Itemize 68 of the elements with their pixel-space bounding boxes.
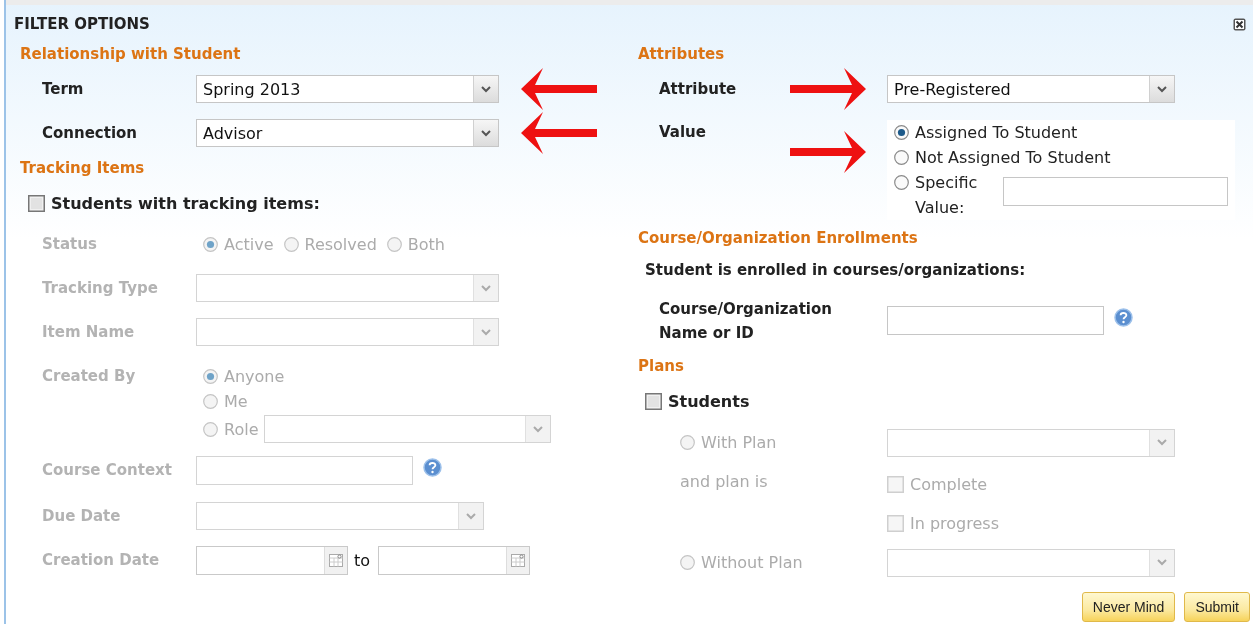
radio-label: With Plan: [701, 433, 777, 452]
dropdown[interactable]: Advisor: [196, 119, 499, 147]
radio-label: Specific Value:: [915, 172, 979, 219]
dropdown[interactable]: Spring 2013: [196, 75, 499, 103]
field-label: Created By: [42, 366, 137, 387]
field-label: Tracking Type: [42, 279, 159, 297]
field-label: Due Date: [42, 507, 122, 525]
section-heading: Attributes: [637, 44, 725, 65]
date-field[interactable]: [378, 545, 531, 575]
radio-button[interactable]: [894, 175, 909, 190]
dropdown[interactable]: [196, 502, 484, 530]
calendar-icon: [329, 553, 343, 567]
radio-label: Both: [407, 234, 445, 254]
chevron-down-icon: [481, 129, 491, 137]
chevron-down-icon: [1157, 85, 1167, 93]
chevron-down-icon: [481, 85, 491, 93]
checkbox-label: Students: [668, 391, 750, 411]
dropdown[interactable]: Pre-Registered: [887, 75, 1175, 103]
field-label: Term: [42, 80, 85, 98]
radio-label: Not Assigned To Student: [915, 147, 1111, 169]
radio-button[interactable]: [894, 150, 909, 165]
dialog-title: FILTER OPTIONS: [14, 15, 150, 33]
section-heading: Relationship with Student: [19, 44, 241, 65]
range-separator: to: [354, 550, 371, 570]
chevron-down-icon: [533, 425, 544, 433]
dialog-button[interactable]: Never Mind: [1081, 592, 1176, 622]
section-heading: Tracking Items: [19, 158, 145, 179]
section-prompt: Student is enrolled in courses/organizations:: [644, 260, 1026, 281]
checkbox-label: In progress: [910, 513, 999, 533]
dropdown[interactable]: [887, 548, 1175, 577]
help-icon[interactable]: [1114, 308, 1133, 327]
help-icon[interactable]: [423, 457, 442, 477]
checkbox-label: Complete: [910, 474, 988, 494]
field-label: Attribute: [659, 80, 738, 98]
dialog-button[interactable]: Submit: [1184, 592, 1250, 622]
calendar-icon: [511, 553, 526, 567]
chevron-down-icon: [481, 328, 491, 336]
section-heading: Course/Organization Enrollments: [637, 228, 918, 249]
radio-label: Active: [224, 234, 274, 254]
radio-label: Role: [224, 419, 259, 439]
dropdown[interactable]: [196, 318, 499, 346]
dropdown[interactable]: [196, 274, 499, 302]
chevron-down-icon: [466, 512, 476, 520]
chevron-down-icon: [1157, 559, 1167, 566]
radio-button[interactable]: [894, 125, 909, 140]
radio-label: Resolved: [304, 234, 377, 254]
field-label: Value: [659, 122, 707, 143]
text-field[interactable]: [196, 455, 413, 485]
field-label: Connection: [42, 124, 139, 142]
field-label: and plan is: [680, 471, 769, 493]
field-label: Course/Organization Name or ID: [659, 299, 833, 344]
radio-label: Assigned To Student: [915, 122, 1078, 144]
chevron-down-icon: [1157, 439, 1167, 446]
radio-label: Without Plan: [701, 553, 803, 572]
checkbox-label: Students with tracking items:: [51, 193, 320, 213]
radio-label: Me: [224, 391, 248, 411]
field-label: Creation Date: [42, 551, 161, 569]
close-icon[interactable]: [1233, 17, 1246, 31]
chevron-down-icon: [481, 284, 491, 292]
field-label: Status: [42, 235, 98, 253]
text-field[interactable]: [887, 306, 1104, 335]
field-label: Course Context: [42, 461, 173, 479]
radio-label: Anyone: [224, 366, 285, 386]
section-heading: Plans: [637, 356, 684, 377]
field-label: Item Name: [42, 323, 136, 341]
text-field[interactable]: [1003, 177, 1228, 206]
dropdown[interactable]: [887, 428, 1175, 457]
date-field[interactable]: [196, 545, 348, 575]
